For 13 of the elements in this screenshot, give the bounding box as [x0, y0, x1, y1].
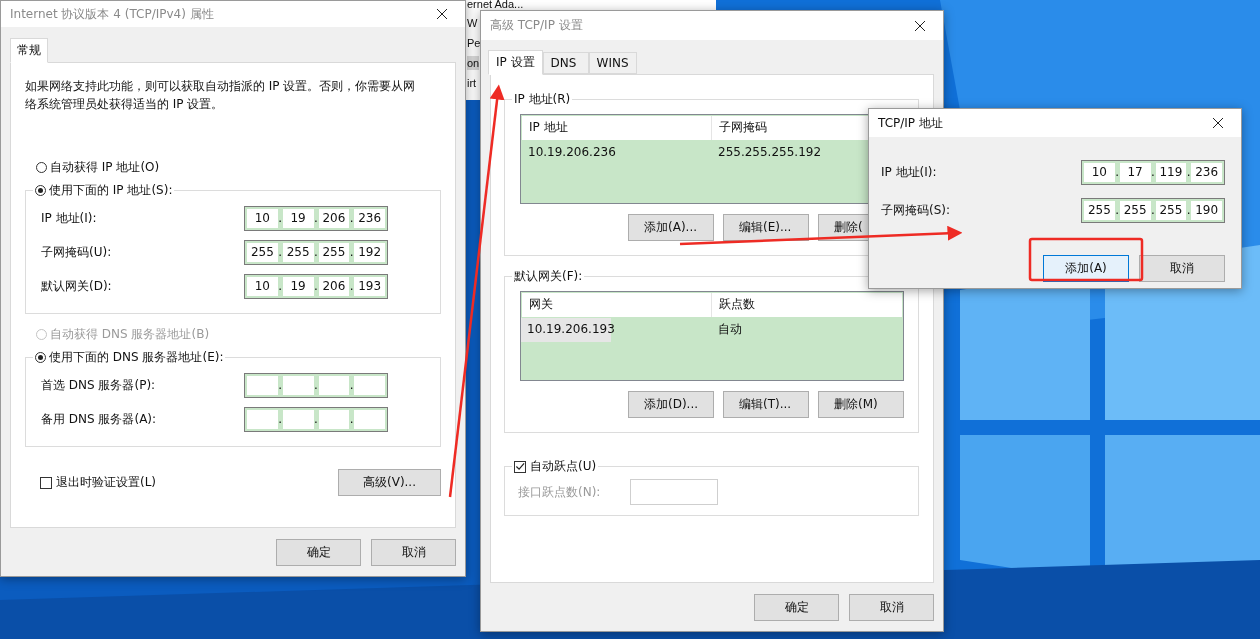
window-title: TCP/IP 地址: [878, 114, 943, 132]
description-text: 如果网络支持此功能，则可以获取自动指派的 IP 设置。否则，你需要从网络系统管理员处获得适当的 IP 设置。: [25, 78, 417, 113]
field-label: IP 地址(I):: [41, 209, 97, 227]
field-label: 首选 DNS 服务器(P):: [41, 376, 156, 394]
field-label: 接口跃点数(N):: [518, 483, 601, 501]
field-label: 备用 DNS 服务器(A):: [41, 410, 157, 428]
group-title: 默认网关(F):: [514, 269, 583, 283]
window-title: 高级 TCP/IP 设置: [490, 17, 583, 34]
group-title: IP 地址(R): [514, 92, 571, 106]
field-label: IP 地址(I):: [881, 163, 938, 181]
field-label: 默认网关(D):: [41, 277, 112, 295]
field-label: 子网掩码(U):: [41, 243, 112, 261]
window-title: Internet 协议版本 4 (TCP/IPv4) 属性: [10, 5, 214, 23]
